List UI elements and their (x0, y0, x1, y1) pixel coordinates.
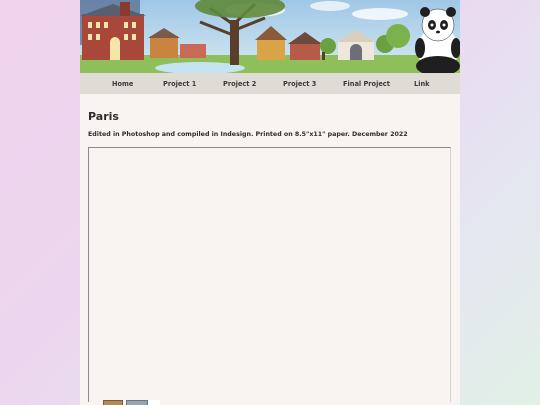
nav-project-2[interactable]: Project 2 (223, 80, 256, 88)
project-caption: Edited in Photoshop and compiled in Inde… (88, 131, 408, 138)
page-container: Home Project 1 Project 2 Project 3 Final… (80, 0, 460, 405)
thumbnail-3[interactable] (148, 400, 160, 405)
nav-link[interactable]: Link (414, 80, 430, 88)
main-navigation: Home Project 1 Project 2 Project 3 Final… (80, 73, 460, 94)
nav-final-project[interactable]: Final Project (343, 80, 390, 88)
campus-banner-illustration (80, 0, 460, 73)
document-viewer-frame[interactable] (88, 147, 451, 402)
page-title: Paris (88, 110, 119, 123)
thumbnail-2[interactable] (126, 400, 148, 405)
nav-project-1[interactable]: Project 1 (163, 80, 196, 88)
nav-home[interactable]: Home (112, 80, 133, 88)
header-banner (80, 0, 460, 73)
nav-project-3[interactable]: Project 3 (283, 80, 316, 88)
thumbnail-1[interactable] (103, 400, 123, 405)
